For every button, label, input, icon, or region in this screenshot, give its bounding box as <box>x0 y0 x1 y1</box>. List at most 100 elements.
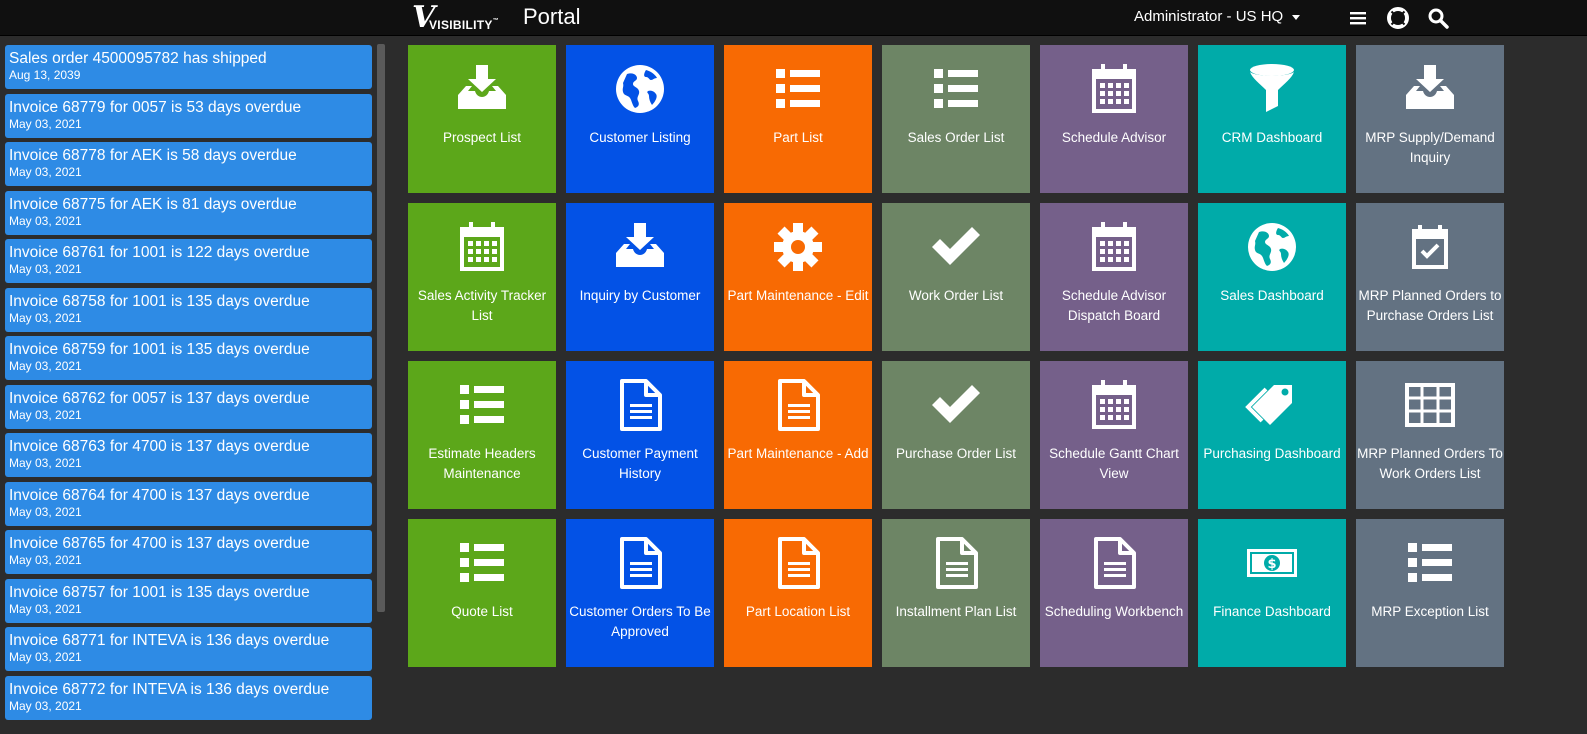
inbox-download-icon <box>566 219 714 275</box>
list-icon <box>724 61 872 117</box>
notification-item[interactable]: Invoice 68764 for 4700 is 137 days overd… <box>5 481 372 526</box>
notification-title: Invoice 68778 for AEK is 58 days overdue <box>9 147 297 164</box>
notification-date: May 03, 2021 <box>9 116 82 131</box>
app-tile-estimate-headers-maintenance[interactable]: Estimate Headers Maintenance <box>408 361 556 509</box>
notification-title: Invoice 68759 for 1001 is 135 days overd… <box>9 341 310 358</box>
calendar-icon <box>408 219 556 275</box>
app-tile-mrp-planned-orders-to-work-orders-list[interactable]: MRP Planned Orders To Work Orders List <box>1356 361 1504 509</box>
notification-item[interactable]: Invoice 68762 for 0057 is 137 days overd… <box>5 384 372 429</box>
notification-item[interactable]: Sales order 4500095782 has shipped Aug 13… <box>5 45 372 89</box>
app-tile-label: Purchasing Dashboard <box>1203 446 1341 461</box>
app-tile-purchase-order-list[interactable]: Purchase Order List <box>882 361 1030 509</box>
app-tile-customer-orders-to-be-approved[interactable]: Customer Orders To Be Approved <box>566 519 714 667</box>
globe-icon <box>1198 219 1346 275</box>
list-icon <box>408 377 556 433</box>
app-tile-customer-payment-history[interactable]: Customer Payment History <box>566 361 714 509</box>
app-tile-sales-order-list[interactable]: Sales Order List <box>882 45 1030 193</box>
notification-date: May 03, 2021 <box>9 310 82 325</box>
app-tile-mrp-planned-orders-to-purchase-orders-list[interactable]: MRP Planned Orders to Purchase Orders Li… <box>1356 203 1504 351</box>
app-tile-label: Part Maintenance - Edit <box>727 288 869 303</box>
notification-item[interactable]: Invoice 68778 for AEK is 58 days overdue… <box>5 142 372 186</box>
app-tile-label: Customer Listing <box>589 130 691 145</box>
app-tile-finance-dashboard[interactable]: $ Finance Dashboard <box>1198 519 1346 667</box>
app-tile-customer-listing[interactable]: Customer Listing <box>566 45 714 193</box>
app-tile-installment-plan-list[interactable]: Installment Plan List <box>882 519 1030 667</box>
app-tile-prospect-list[interactable]: Prospect List <box>408 45 556 193</box>
app-tile-mrp-supply-demand-inquiry[interactable]: MRP Supply/Demand Inquiry <box>1356 45 1504 193</box>
notification-item[interactable]: Invoice 68761 for 1001 is 122 days overd… <box>5 239 372 283</box>
notification-item[interactable]: Invoice 68757 for 1001 is 135 days overd… <box>5 578 372 623</box>
app-tile-label: MRP Supply/Demand Inquiry <box>1365 130 1495 165</box>
search-icon[interactable] <box>1426 6 1450 30</box>
inbox-download-icon <box>408 61 556 117</box>
notification-title: Sales order 4500095782 has shipped <box>9 50 267 67</box>
app-tile-purchasing-dashboard[interactable]: Purchasing Dashboard <box>1198 361 1346 509</box>
notification-date: May 03, 2021 <box>9 650 82 664</box>
document-icon <box>724 377 872 433</box>
money-bill-icon: $ <box>1198 535 1346 591</box>
app-tile-part-maintenance-edit[interactable]: Part Maintenance - Edit <box>724 203 872 351</box>
app-tile-inquiry-by-customer[interactable]: Inquiry by Customer <box>566 203 714 351</box>
app-tile-label: MRP Planned Orders to Purchase Orders Li… <box>1358 288 1502 323</box>
app-tile-schedule-advisor-dispatch-board[interactable]: Schedule Advisor Dispatch Board <box>1040 203 1188 351</box>
notification-date: May 03, 2021 <box>9 262 82 276</box>
notifications-scrollbar[interactable] <box>377 44 385 612</box>
app-tile-label: MRP Exception List <box>1371 604 1489 619</box>
calendar-check-icon <box>1356 219 1504 275</box>
document-icon <box>724 535 872 591</box>
calendar-icon <box>1040 219 1188 275</box>
app-tile-label: Sales Order List <box>907 130 1005 145</box>
app-tile-mrp-exception-list[interactable]: MRP Exception List <box>1356 519 1504 667</box>
app-tile-scheduling-workbench[interactable]: Scheduling Workbench <box>1040 519 1188 667</box>
app-tile-label: CRM Dashboard <box>1221 130 1323 145</box>
notification-date: May 03, 2021 <box>9 359 82 373</box>
app-tile-label: Inquiry by Customer <box>579 288 701 303</box>
portal-title: Portal <box>523 4 581 29</box>
notification-date: May 03, 2021 <box>9 504 82 519</box>
notification-title: Invoice 68775 for AEK is 81 days overdue <box>9 195 297 213</box>
app-tile-schedule-gantt-chart-view[interactable]: Schedule Gantt Chart View <box>1040 361 1188 509</box>
top-navigation-bar: V VISIBILITY™ Portal Administrator - US … <box>0 0 1587 36</box>
document-icon <box>882 535 1030 591</box>
notification-item[interactable]: Invoice 68759 for 1001 is 135 days overd… <box>5 336 372 380</box>
app-tile-label: Sales Activity Tracker List <box>417 288 547 323</box>
app-tile-quote-list[interactable]: Quote List <box>408 519 556 667</box>
hamburger-menu-icon[interactable] <box>1346 6 1370 30</box>
app-tile-label: Sales Dashboard <box>1220 288 1324 303</box>
notification-title: Invoice 68771 for INTEVA is 136 days ove… <box>9 632 330 649</box>
notification-item[interactable]: Invoice 68763 for 4700 is 137 days overd… <box>5 433 372 477</box>
app-tile-schedule-advisor[interactable]: Schedule Advisor <box>1040 45 1188 193</box>
notification-title: Invoice 68757 for 1001 is 135 days overd… <box>9 583 310 601</box>
app-tile-sales-dashboard[interactable]: Sales Dashboard <box>1198 203 1346 351</box>
visibility-logo[interactable]: V VISIBILITY™ <box>412 3 504 33</box>
app-tile-sales-activity-tracker-list[interactable]: Sales Activity Tracker List <box>408 203 556 351</box>
notification-date: Aug 13, 2039 <box>9 68 81 82</box>
app-tile-part-location-list[interactable]: Part Location List <box>724 519 872 667</box>
app-tile-part-maintenance-add[interactable]: Part Maintenance - Add <box>724 361 872 509</box>
app-tile-label: Schedule Advisor Dispatch Board <box>1061 288 1167 323</box>
notification-item[interactable]: Invoice 68779 for 0057 is 53 days overdu… <box>5 93 372 138</box>
notification-date: May 03, 2021 <box>9 213 82 228</box>
notification-title: Invoice 68764 for 4700 is 137 days overd… <box>9 486 310 504</box>
notification-item[interactable]: Invoice 68775 for AEK is 81 days overdue… <box>5 190 372 235</box>
gear-icon <box>724 219 872 275</box>
lifebuoy-help-icon[interactable] <box>1386 6 1410 30</box>
app-tile-part-list[interactable]: Part List <box>724 45 872 193</box>
app-tile-label: MRP Planned Orders To Work Orders List <box>1357 446 1503 481</box>
notification-date: May 03, 2021 <box>9 601 82 616</box>
notification-item[interactable]: Invoice 68765 for 4700 is 137 days overd… <box>5 530 372 574</box>
app-tile-work-order-list[interactable]: Work Order List <box>882 203 1030 351</box>
document-icon <box>1040 535 1188 591</box>
app-tile-crm-dashboard[interactable]: CRM Dashboard <box>1198 45 1346 193</box>
checkmark-icon <box>882 377 1030 433</box>
notification-item[interactable]: Invoice 68758 for 1001 is 135 days overd… <box>5 287 372 332</box>
user-menu-dropdown[interactable]: Administrator - US HQ <box>1134 8 1301 25</box>
app-tile-label: Scheduling Workbench <box>1044 604 1184 619</box>
notification-item[interactable]: Invoice 68771 for INTEVA is 136 days ove… <box>5 627 372 671</box>
notification-title: Invoice 68779 for 0057 is 53 days overdu… <box>9 98 302 116</box>
notification-item[interactable]: Invoice 68772 for INTEVA is 136 days ove… <box>5 675 372 720</box>
list-icon <box>1356 535 1504 591</box>
app-tile-label: Part List <box>773 130 823 145</box>
table-grid-icon <box>1356 377 1504 433</box>
notification-title: Invoice 68765 for 4700 is 137 days overd… <box>9 535 310 552</box>
